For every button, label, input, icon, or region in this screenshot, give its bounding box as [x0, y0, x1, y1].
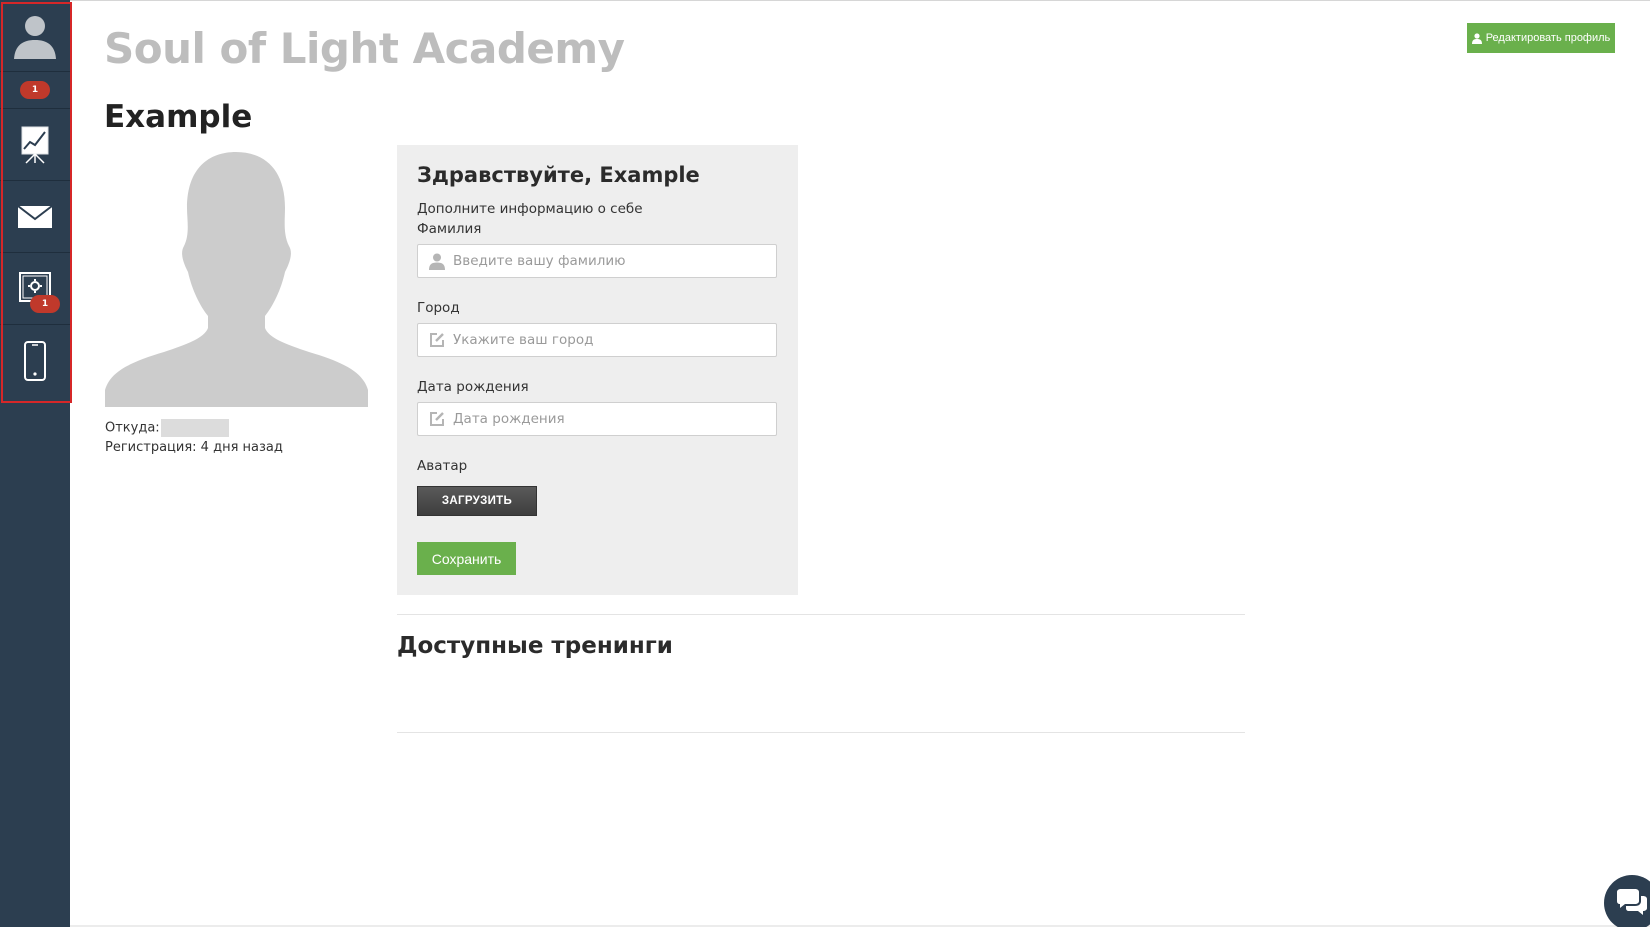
birthdate-input[interactable]: [453, 411, 763, 427]
greeting-title: Здравствуйте, Example: [417, 163, 700, 187]
edit-profile-button[interactable]: Редактировать профиль: [1467, 23, 1615, 53]
city-field[interactable]: [417, 323, 777, 357]
city-input[interactable]: [453, 332, 763, 348]
profile-name: Example: [104, 99, 253, 135]
section-divider-bottom: [397, 732, 1245, 733]
surname-field[interactable]: [417, 244, 777, 278]
birthdate-label: Дата рождения: [417, 379, 529, 395]
surname-label: Фамилия: [417, 221, 482, 237]
profile-from-value-redacted: [160, 419, 229, 437]
form-subtitle: Дополните информацию о себе: [417, 201, 643, 217]
top-border: [0, 0, 1650, 1]
sidebar: 1 1: [0, 0, 72, 927]
edit-profile-label: Редактировать профиль: [1485, 32, 1611, 44]
avatar-label: Аватар: [417, 458, 468, 474]
profile-registration: Регистрация: 4 дня назад: [105, 440, 283, 455]
user-icon: [429, 253, 445, 270]
profile-completion-panel: Здравствуйте, Example Дополните информац…: [397, 145, 798, 595]
section-divider-top: [397, 614, 1245, 615]
profile-from: Откуда:: [105, 419, 229, 437]
avatar: [105, 150, 368, 407]
surname-input[interactable]: [453, 253, 763, 269]
edit-icon: [430, 412, 444, 426]
upload-avatar-button[interactable]: ЗАГРУЗИТЬ: [417, 486, 537, 516]
avatar-silhouette: [105, 152, 368, 407]
save-button[interactable]: Сохранить: [417, 542, 516, 575]
sidebar-highlight-frame: [1, 2, 72, 403]
chat-widget-button[interactable]: [1604, 875, 1650, 927]
birthdate-field[interactable]: [417, 402, 777, 436]
trainings-title: Доступные тренинги: [397, 633, 673, 659]
chat-icon: [1617, 889, 1647, 915]
app-title: Soul of Light Academy: [104, 24, 625, 73]
city-label: Город: [417, 300, 460, 316]
edit-icon: [430, 333, 444, 347]
user-icon: [1471, 32, 1482, 44]
profile-from-label: Откуда:: [105, 420, 160, 436]
